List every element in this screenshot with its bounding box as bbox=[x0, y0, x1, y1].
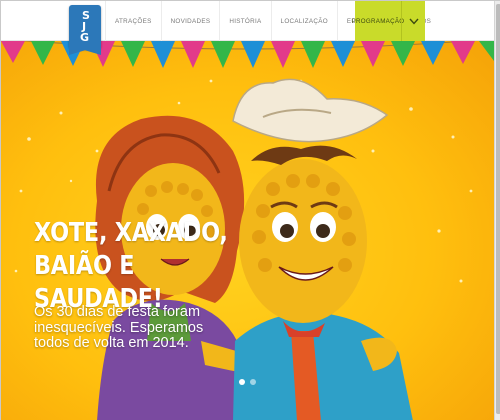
site-logo[interactable]: S J G bbox=[69, 5, 101, 55]
slider-pagination bbox=[239, 379, 256, 385]
hero-headline: XOTE, XAXADO, BAIÃO E SAUDADE! bbox=[34, 217, 240, 316]
slider-dot-2[interactable] bbox=[250, 379, 256, 385]
programacao-label[interactable]: PROGRAMAÇÃO bbox=[352, 1, 405, 41]
programacao-menu[interactable]: PROGRAMAÇÃO bbox=[352, 1, 425, 41]
scrollbar-thumb[interactable] bbox=[496, 4, 500, 414]
hero-subtitle: Os 30 dias de festa foram inesquecíveis.… bbox=[34, 304, 204, 351]
chevron-down-icon[interactable] bbox=[401, 1, 425, 41]
hero-headline-line-1: XOTE, XAXADO, bbox=[34, 218, 228, 248]
corn-boy-character bbox=[232, 78, 413, 420]
slider-dot-1[interactable] bbox=[239, 379, 245, 385]
nav-item-atracoes[interactable]: ATRAÇÕES bbox=[105, 1, 161, 41]
nav-item-novidades[interactable]: NOVIDADES bbox=[160, 1, 220, 41]
top-navigation-bar: S J G ATRAÇÕES NOVIDADES HISTÓRIA LOCALI… bbox=[1, 1, 494, 55]
logo-letter-g: G bbox=[80, 31, 90, 44]
nav-item-localizacao[interactable]: LOCALIZAÇÃO bbox=[270, 1, 337, 41]
nav-item-historia[interactable]: HISTÓRIA bbox=[219, 1, 270, 41]
page-scrollbar[interactable] bbox=[494, 1, 500, 420]
hero-banner: XOTE, XAXADO, BAIÃO E SAUDADE! Os 30 dia… bbox=[1, 41, 494, 420]
page-frame: S J G ATRAÇÕES NOVIDADES HISTÓRIA LOCALI… bbox=[0, 0, 500, 420]
